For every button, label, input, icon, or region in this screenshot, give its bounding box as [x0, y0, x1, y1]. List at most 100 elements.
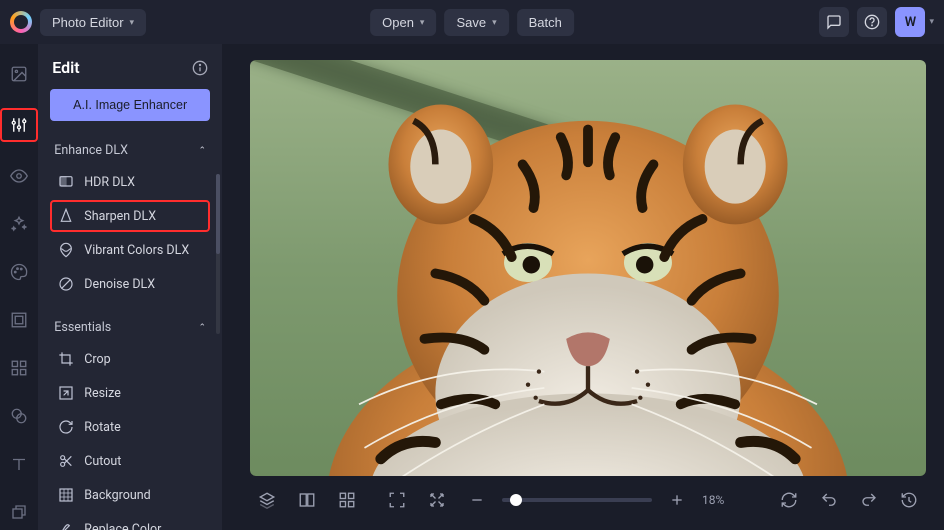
fit-screen-button[interactable]	[382, 485, 412, 515]
elements-icon	[10, 359, 28, 377]
chevron-up-icon: ⌃	[198, 146, 206, 156]
open-button[interactable]: Open ▾	[370, 9, 436, 36]
rail-text-tool[interactable]	[5, 450, 33, 478]
fit-icon	[388, 491, 406, 509]
image-canvas[interactable]	[250, 60, 926, 476]
denoise-icon	[58, 276, 74, 292]
chat-icon	[826, 14, 842, 30]
refresh-icon	[780, 491, 798, 509]
compare-icon	[298, 491, 316, 509]
history-icon	[900, 491, 918, 509]
app-switcher-button[interactable]: Photo Editor ▾	[40, 9, 146, 36]
grid-icon	[338, 491, 356, 509]
top-right-group: W ▾	[819, 7, 934, 37]
left-icon-rail	[0, 44, 38, 530]
tiger-image	[250, 60, 926, 476]
rail-image-tool[interactable]	[5, 60, 33, 88]
brand-logo-icon	[10, 11, 32, 33]
item-crop[interactable]: Crop	[50, 343, 210, 375]
item-vibrant-colors-dlx[interactable]: Vibrant Colors DLX	[50, 234, 210, 266]
background-icon	[58, 487, 74, 503]
account-menu-button[interactable]: W ▾	[895, 7, 934, 37]
help-button[interactable]	[857, 7, 887, 37]
section-essentials[interactable]: Essentials ⌃	[50, 316, 210, 339]
rail-elements-tool[interactable]	[5, 354, 33, 382]
zoom-slider-thumb[interactable]	[510, 494, 522, 506]
redo-button[interactable]	[854, 485, 884, 515]
panel-title: Edit	[52, 58, 79, 77]
item-resize[interactable]: Resize	[50, 377, 210, 409]
info-icon	[192, 60, 208, 76]
vibrant-icon	[58, 242, 74, 258]
zoom-slider[interactable]	[502, 498, 652, 502]
chevron-down-icon: ▾	[130, 17, 135, 28]
plus-icon	[669, 492, 685, 508]
cutout-icon	[58, 453, 74, 469]
feedback-button[interactable]	[819, 7, 849, 37]
item-cutout[interactable]: Cutout	[50, 445, 210, 477]
panel-scrollbar-thumb[interactable]	[216, 174, 220, 254]
layers-panel-button[interactable]	[252, 485, 282, 515]
info-button[interactable]	[192, 60, 208, 76]
app-switcher-label: Photo Editor	[52, 15, 124, 30]
zoom-out-button[interactable]	[462, 485, 492, 515]
minus-icon	[469, 492, 485, 508]
rail-eye-tool[interactable]	[5, 162, 33, 190]
item-rotate[interactable]: Rotate	[50, 411, 210, 443]
magic-effects-icon	[10, 215, 28, 233]
bottom-toolbar: 18%	[250, 476, 926, 524]
top-center-group: Open ▾ Save ▾ Batch	[370, 9, 574, 36]
reset-button[interactable]	[774, 485, 804, 515]
sharpen-icon	[58, 208, 74, 224]
canvas-area: 18%	[222, 44, 944, 530]
eye-icon	[10, 167, 28, 185]
chevron-down-icon: ▾	[492, 17, 497, 28]
item-denoise-dlx[interactable]: Denoise DLX	[50, 268, 210, 300]
expand-icon	[428, 491, 446, 509]
redo-icon	[860, 491, 878, 509]
rail-overlay-tool[interactable]	[5, 402, 33, 430]
grid-view-button[interactable]	[332, 485, 362, 515]
hdr-icon	[58, 174, 74, 190]
palette-icon	[10, 263, 28, 281]
avatar: W	[895, 7, 925, 37]
chevron-up-icon: ⌃	[198, 323, 206, 333]
chevron-down-icon: ▾	[420, 17, 425, 28]
item-replace-color[interactable]: Replace Color	[50, 513, 210, 530]
zoom-in-button[interactable]	[662, 485, 692, 515]
undo-button[interactable]	[814, 485, 844, 515]
replace-color-icon	[58, 521, 74, 530]
zoom-percentage: 18%	[702, 493, 742, 507]
top-toolbar: Photo Editor ▾ Open ▾ Save ▾ Batch W ▾	[0, 0, 944, 44]
crop-icon	[58, 351, 74, 367]
adjust-sliders-icon	[10, 116, 28, 134]
expand-button[interactable]	[422, 485, 452, 515]
edit-panel: Edit A.I. Image Enhancer Enhance DLX ⌃ H…	[38, 44, 222, 530]
undo-icon	[820, 491, 838, 509]
image-icon	[10, 65, 28, 83]
item-hdr-dlx[interactable]: HDR DLX	[50, 166, 210, 198]
compare-button[interactable]	[292, 485, 322, 515]
panel-scrollbar[interactable]	[216, 174, 220, 334]
item-background[interactable]: Background	[50, 479, 210, 511]
rail-adjust-tool[interactable]	[0, 108, 38, 142]
rail-layers-tool[interactable]	[5, 498, 33, 526]
frame-icon	[10, 311, 28, 329]
chevron-down-icon: ▾	[929, 17, 934, 27]
help-icon	[864, 14, 880, 30]
rail-palette-tool[interactable]	[5, 258, 33, 286]
rotate-icon	[58, 419, 74, 435]
section-enhance-dlx[interactable]: Enhance DLX ⌃	[50, 139, 210, 162]
rail-effects-tool[interactable]	[5, 210, 33, 238]
rail-frame-tool[interactable]	[5, 306, 33, 334]
overlay-icon	[10, 407, 28, 425]
batch-button[interactable]: Batch	[517, 9, 574, 36]
text-icon	[10, 455, 28, 473]
layers-icon	[10, 503, 28, 521]
resize-icon	[58, 385, 74, 401]
item-sharpen-dlx[interactable]: Sharpen DLX	[50, 200, 210, 232]
ai-image-enhancer-button[interactable]: A.I. Image Enhancer	[50, 89, 210, 121]
history-button[interactable]	[894, 485, 924, 515]
stack-icon	[258, 491, 276, 509]
save-button[interactable]: Save ▾	[444, 9, 508, 36]
